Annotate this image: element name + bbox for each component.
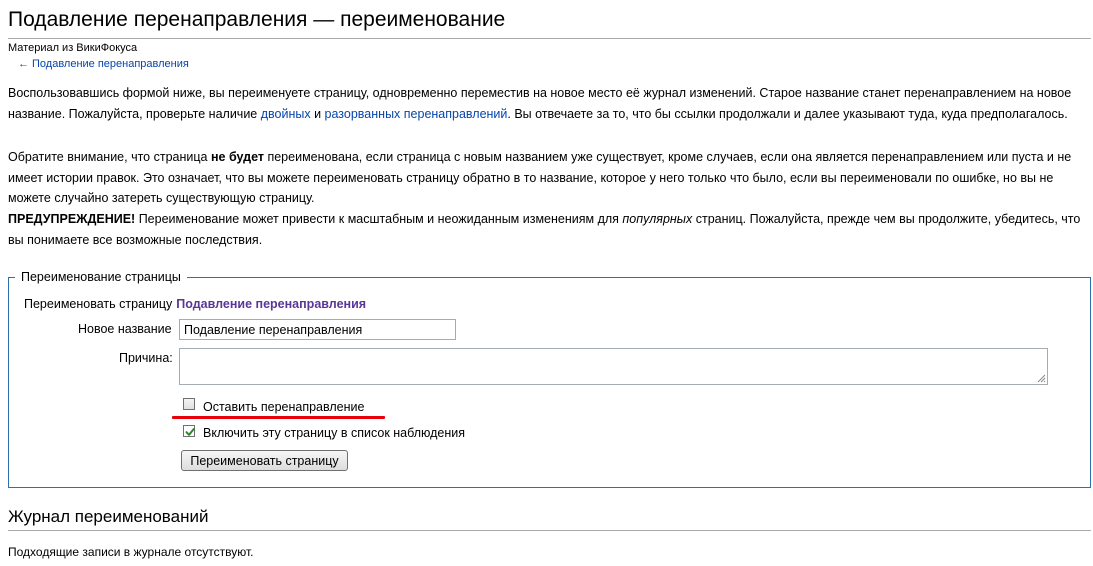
watch-page-label[interactable]: Включить эту страницу в список наблюдени…: [203, 425, 465, 441]
broken-redirects-link[interactable]: разорванных перенаправлений: [325, 107, 508, 121]
redirect-back-row: ← Подавление перенаправления: [18, 58, 189, 71]
rename-log-heading: Журнал переименований: [8, 506, 1091, 531]
reason-label: Причина:: [119, 351, 173, 365]
rename-log-empty-text: Подходящие записи в журнале отсутствуют.: [8, 545, 254, 559]
warning-paragraph: ПРЕДУПРЕЖДЕНИЕ! Переименование может при…: [8, 209, 1083, 250]
double-redirects-link[interactable]: двойных: [261, 107, 311, 121]
warning-italic: популярных: [622, 212, 693, 226]
intro-text: . Вы отвечаете за то, что бы ссылки прод…: [507, 106, 1068, 121]
intro-paragraph: Воспользовавшись формой ниже, вы переиме…: [8, 83, 1083, 124]
rename-page-row: Переименовать страницу Подавление перенап…: [24, 296, 366, 312]
rename-page-label: Переименовать страницу: [24, 297, 173, 311]
reason-textarea[interactable]: [179, 348, 1048, 385]
new-name-input[interactable]: [179, 319, 456, 340]
watch-page-checkbox[interactable]: [183, 425, 195, 437]
site-subtitle: Материал из ВикиФокуса: [8, 42, 138, 54]
notice-paragraph: Обратите внимание, что страница не будет…: [8, 147, 1083, 209]
highlight-underline: [172, 416, 385, 419]
checkmark-icon: [185, 428, 195, 436]
page-title: Подавление перенаправления — переименова…: [8, 6, 1091, 39]
intro-text: и: [310, 106, 325, 121]
rename-page-link[interactable]: Подавление перенаправления: [176, 297, 366, 311]
new-name-label: Новое название: [78, 322, 172, 336]
arrow-left-icon: ←: [18, 58, 29, 70]
notice-bold: не будет: [210, 150, 264, 164]
rename-fieldset-legend: Переименование страницы: [21, 270, 181, 284]
rename-page-button[interactable]: Переименовать страницу: [181, 450, 348, 471]
warning-label: ПРЕДУПРЕЖДЕНИЕ!: [8, 212, 136, 226]
leave-redirect-checkbox[interactable]: [183, 398, 195, 410]
redirect-back-link[interactable]: Подавление перенаправления: [32, 58, 189, 70]
notice-text: Обратите внимание, что страница: [8, 150, 211, 164]
warning-text: Переименование может привести к масштабн…: [135, 212, 623, 226]
leave-redirect-label[interactable]: Оставить перенаправление: [203, 399, 364, 415]
resize-grip-icon[interactable]: [1036, 373, 1046, 383]
